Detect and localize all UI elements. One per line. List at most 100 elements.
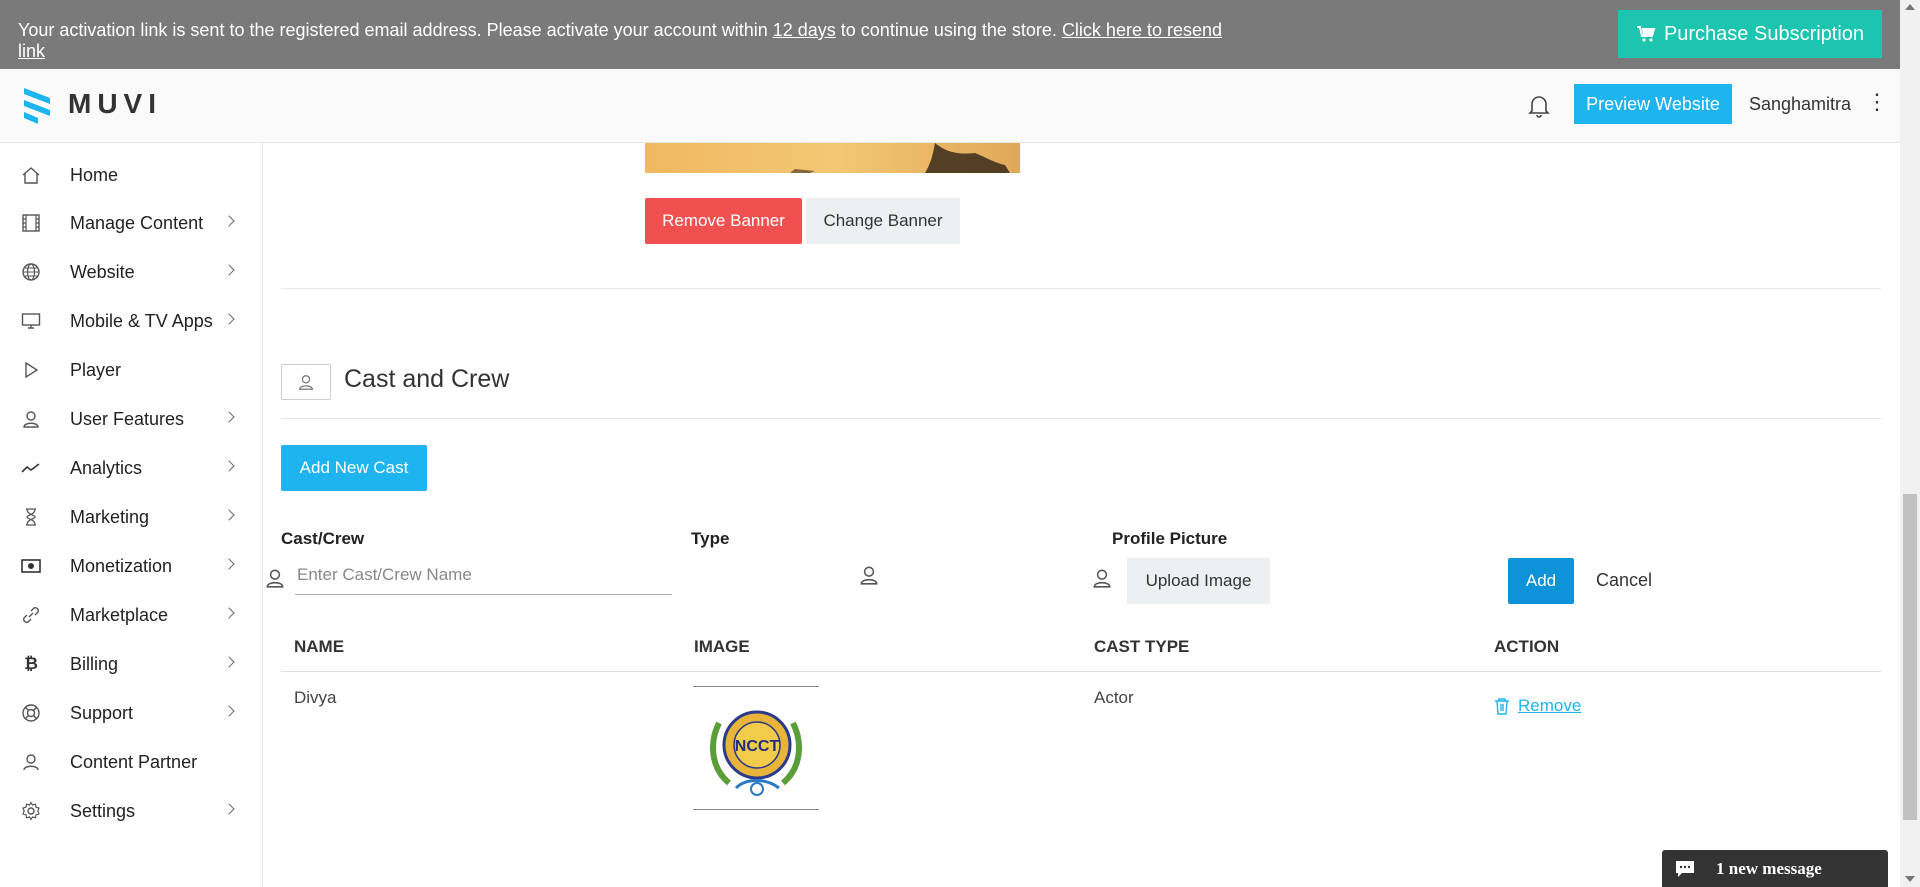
remove-cast-link[interactable]: Remove [1494,696,1581,716]
add-new-cast-button[interactable]: Add New Cast [281,445,427,491]
chevron-right-icon [223,656,235,668]
purchase-subscription-label: Purchase Subscription [1663,22,1865,45]
table-header-cast-type: CAST TYPE [1094,637,1190,656]
table-header-name: NAME [294,637,345,656]
change-banner-button[interactable]: Change Banner [806,198,960,244]
purchase-subscription-button[interactable]: Purchase Subscription [1618,10,1882,58]
logo-text: MUVI [68,88,162,119]
sidebar-item-label: Home [70,164,119,185]
sidebar-item-label: Manage Content [70,212,204,233]
table-header-image: IMAGE [694,637,750,656]
cast-type-icon[interactable] [858,564,880,586]
sidebar-item-marketing[interactable]: Marketing [0,497,262,537]
cast-name-cell: Divya [294,688,337,707]
muvi-logo[interactable]: MUVI [20,84,162,124]
cast-crew-label: Cast/Crew [281,529,365,548]
lifebuoy-icon [20,702,42,724]
scrollbar-thumb[interactable] [1903,494,1917,820]
sidebar-item-label: Support [70,702,134,723]
scroll-up-arrow-icon[interactable] [1905,4,1915,10]
sidebar-item-content-partner[interactable]: Content Partner [0,742,262,782]
upload-image-button[interactable]: Upload Image [1127,558,1270,604]
top-header: MUVI Preview Website Sanghamitra ⋮ [0,69,1900,143]
banner-tree-silhouette [790,143,1010,173]
sidebar-item-manage-content[interactable]: Manage Content [0,203,262,243]
sidebar-item-label: Settings [70,800,136,821]
profile-picture-label: Profile Picture [1112,529,1228,548]
sidebar-item-label: Analytics [70,457,143,478]
sidebar-item-settings[interactable]: Settings [0,791,262,831]
section-divider [281,418,1881,419]
sidebar-item-label: Monetization [70,555,173,576]
sidebar-item-mobile-tv-apps[interactable]: Mobile & TV Apps [0,301,262,341]
sidebar-item-marketplace[interactable]: Marketplace [0,595,262,635]
user-icon [299,375,313,390]
sidebar-item-label: Content Partner [70,751,198,772]
cart-icon [1636,26,1656,42]
sidebar-item-website[interactable]: Website [0,252,262,292]
sidebar-item-label: Marketing [70,506,150,527]
cast-type-cell: Actor [1094,688,1134,707]
link-icon [20,604,42,626]
trash-icon [1495,698,1509,715]
muvi-logo-icon [24,88,50,124]
sidebar-item-label: Player [70,359,122,380]
activation-message: Your activation link is sent to the regi… [18,20,1238,62]
sidebar-item-analytics[interactable]: Analytics [0,448,262,488]
partner-icon [20,751,42,773]
chevron-right-icon [223,313,235,325]
chevron-right-icon [223,215,235,227]
user-icon [1093,569,1111,588]
preview-website-button[interactable]: Preview Website [1574,84,1732,124]
chevron-right-icon [223,411,235,423]
chevron-right-icon [223,460,235,472]
type-label: Type [691,529,730,548]
more-menu-icon[interactable]: ⋮ [1866,91,1888,113]
username[interactable]: Sanghamitra [1749,94,1851,115]
ncct-logo: NCCT [710,710,802,796]
home-icon [20,164,42,186]
remove-banner-button[interactable]: Remove Banner [645,198,802,244]
sidebar-item-label: Website [70,261,135,282]
page-scrollbar[interactable] [1900,0,1920,887]
globe-icon [20,261,42,283]
play-icon [20,359,42,381]
scroll-down-arrow-icon[interactable] [1905,876,1915,882]
activation-bar: Your activation link is sent to the regi… [0,0,1900,69]
cast-section-title: Cast and Crew [344,365,510,393]
sidebar-item-label: Mobile & TV Apps [70,310,213,331]
banner-image [645,143,1020,173]
chevron-right-icon [223,264,235,276]
sidebar-item-support[interactable]: Support [0,693,262,733]
chat-bubble-icon [1676,860,1694,877]
cast-section-icon [281,364,331,400]
sidebar-item-label: Billing [70,653,119,674]
sidebar-item-player[interactable]: Player [0,350,262,390]
table-header-action: ACTION [1494,637,1560,656]
chat-widget[interactable]: 1 new message [1662,850,1888,887]
sidebar-item-label: Marketplace [70,604,169,625]
film-icon [20,212,42,234]
cancel-button[interactable]: Cancel [1596,570,1652,591]
sidebar-item-label: User Features [70,408,185,429]
sidebar-item-billing[interactable]: ₿ Billing [0,644,262,684]
main-content: Remove Banner Change Banner Cast and Cre… [264,143,1900,887]
monitor-icon [20,310,42,332]
ncct-logo-text: NCCT [735,738,780,755]
bitcoin-icon: ₿ [24,654,38,673]
user-icon [20,408,42,430]
chevron-right-icon [223,705,235,717]
chevron-right-icon [223,558,235,570]
chevron-right-icon [223,607,235,619]
cast-name-input[interactable] [295,555,672,595]
bell-icon[interactable] [1526,93,1552,119]
add-cast-button[interactable]: Add [1508,558,1574,604]
trend-icon [20,457,42,479]
user-icon [266,569,284,588]
cast-image: NCCT [693,686,819,810]
chat-message-label: 1 new message [1716,858,1822,878]
activation-days-link[interactable]: 12 days [773,20,836,40]
sidebar-item-monetization[interactable]: Monetization [0,546,262,586]
sidebar-item-home[interactable]: Home [0,155,262,195]
sidebar-item-user-features[interactable]: User Features [0,399,262,439]
